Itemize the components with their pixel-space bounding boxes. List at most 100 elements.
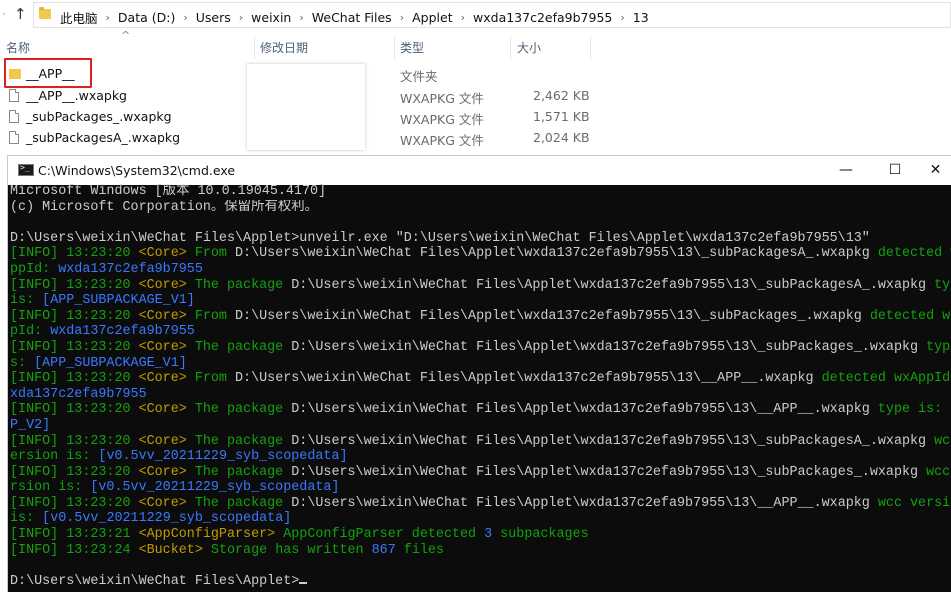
console-segment: detected wxAppId: w — [821, 371, 951, 387]
file-icon — [9, 131, 19, 144]
close-button[interactable]: ✕ — [920, 156, 951, 185]
column-header-type[interactable]: 类型 — [400, 39, 424, 56]
column-header-name[interactable]: 名称 — [6, 39, 30, 56]
breadcrumb-chevron-icon[interactable]: › — [183, 11, 187, 24]
console-segment: D:\Users\weixin\WeChat Files\Applet> — [10, 573, 300, 589]
console-segment: [v0.5vv_20211229_syb_scopedata] — [98, 449, 348, 465]
console-segment: is: — [10, 293, 43, 309]
console-line: [INFO] 13:23:24 <Bucket> Storage has wri… — [10, 543, 951, 559]
breadcrumb-chevron-icon[interactable]: › — [239, 11, 243, 24]
console-segment: [INFO] 13:23:20 — [10, 246, 139, 262]
sort-ascending-icon: ^ — [121, 29, 131, 42]
console-segment: wxda137c2efa9b7955 — [58, 261, 203, 277]
minimize-button[interactable]: — — [823, 156, 869, 185]
console-segment: detected wxA — [877, 246, 951, 262]
cmd-title-bar[interactable]: C:\Windows\System32\cmd.exe — ☐ ✕ — [8, 156, 951, 185]
breadcrumb-item[interactable]: Data (D:) — [118, 10, 175, 25]
console-segment: <Core> — [138, 339, 195, 355]
console-segment: [APP_SUBPACKAGE_V1] — [34, 355, 187, 371]
file-size: 1,571 KB — [533, 109, 590, 124]
console-segment: s: — [10, 355, 35, 371]
console-line: [INFO] 13:23:20 <Core> The package D:\Us… — [10, 496, 951, 512]
console-line: P_V2] — [10, 418, 951, 434]
console-segment: D:\Users\weixin\WeChat Files\Applet\wxda… — [291, 402, 878, 418]
console-line: [INFO] 13:23:20 <Core> The package D:\Us… — [10, 278, 951, 294]
console-segment: [INFO] 13:23:21 — [10, 527, 139, 543]
cmd-window: C:\Windows\System32\cmd.exe — ☐ ✕ Micros… — [8, 156, 951, 592]
console-line: rsion is: [v0.5vv_20211229_syb_scopedata… — [10, 480, 951, 496]
console-line: [INFO] 13:23:20 <Core> From D:\Users\wei… — [10, 246, 951, 262]
file-type: WXAPKG 文件 — [400, 91, 484, 106]
console-segment: files — [403, 542, 444, 558]
console-segment: Storage has written — [210, 542, 372, 558]
console-line: is: [APP_SUBPACKAGE_V1] — [10, 293, 951, 309]
maximize-button[interactable]: ☐ — [872, 156, 918, 185]
column-divider[interactable] — [254, 37, 255, 59]
console-line: [INFO] 13:23:20 <Core> From D:\Users\wei… — [10, 371, 951, 387]
breadcrumb-item[interactable]: weixin — [251, 10, 291, 25]
address-bar[interactable]: 此电脑 › Data (D:) › Users › weixin › WeChat Files ›… — [33, 2, 951, 28]
console-segment: D:\Users\weixin\WeChat Files\Applet\wxda… — [291, 433, 935, 449]
console-segment: [INFO] 13:23:20 — [10, 308, 139, 324]
console-line: [INFO] 13:23:20 <Core> The package D:\Us… — [10, 402, 951, 418]
console-segment: <Core> — [138, 277, 195, 293]
console-segment: Microsoft Windows [版本 10.0.19045.4170] — [10, 184, 327, 199]
breadcrumb-chevron-icon[interactable]: › — [461, 11, 465, 24]
breadcrumb-item[interactable]: Applet — [412, 10, 453, 25]
console-segment: <Core> — [138, 495, 195, 511]
console-segment: [v0.5vv_20211229_syb_scopedata] — [42, 511, 292, 527]
console-segment: <Bucket> — [138, 542, 211, 558]
nav-dropdown-icon[interactable]: · — [2, 7, 6, 21]
console-segment: The package — [194, 464, 292, 480]
column-divider[interactable] — [394, 37, 395, 59]
breadcrumb-chevron-icon[interactable]: › — [400, 11, 404, 24]
console-segment: <AppConfigParser> — [138, 527, 284, 543]
console-line: xda137c2efa9b7955 — [10, 387, 951, 403]
console-segment: D:\Users\weixin\WeChat Files\Applet\wxda… — [235, 246, 878, 262]
console-segment: D:\Users\weixin\WeChat Files\Applet\wxda… — [291, 495, 878, 511]
console-segment: D:\Users\weixin\WeChat Files\Applet\wxda… — [291, 464, 927, 480]
console-segment: From — [194, 371, 236, 387]
console-segment: type is: — [877, 402, 951, 418]
file-row[interactable]: __APP__.wxapkg WXAPKG 文件 2,462 KB — [0, 86, 951, 107]
breadcrumb-item[interactable]: wxda137c2efa9b7955 — [473, 10, 612, 25]
console-line: (c) Microsoft Corporation。保留所有权利。 — [10, 200, 951, 216]
console-segment: [INFO] 13:23:20 — [10, 464, 139, 480]
console-segment: (c) Microsoft Corporation。保留所有权利。 — [10, 199, 319, 215]
console-segment: [INFO] 13:23:20 — [10, 277, 139, 293]
breadcrumb-item[interactable]: Users — [196, 10, 231, 25]
console-segment: D:\Users\weixin\WeChat Files\Applet\wxda… — [235, 371, 822, 387]
breadcrumb-item[interactable]: WeChat Files — [312, 10, 392, 25]
breadcrumb-chevron-icon[interactable]: › — [106, 11, 110, 24]
file-name: __APP__.wxapkg — [26, 88, 127, 103]
console-segment: subpackages — [500, 527, 589, 543]
breadcrumb-chevron-icon[interactable]: › — [620, 11, 624, 24]
console-segment: The package — [194, 277, 292, 293]
column-divider[interactable] — [590, 37, 591, 59]
file-row[interactable]: _subPackages_.wxapkg WXAPKG 文件 1,571 KB — [0, 107, 951, 128]
console-line: [INFO] 13:23:20 <Core> The package D:\Us… — [10, 340, 951, 356]
file-row[interactable]: __APP__ 文件夹 — [0, 64, 951, 85]
breadcrumb-item[interactable]: 13 — [633, 10, 649, 25]
console-segment: From — [194, 308, 236, 324]
file-row[interactable]: _subPackagesA_.wxapkg WXAPKG 文件 2,024 KB — [0, 128, 951, 149]
file-size: 2,024 KB — [533, 130, 590, 145]
console-segment: <Core> — [138, 308, 195, 324]
console-segment: The package — [194, 339, 292, 355]
column-divider[interactable] — [510, 37, 511, 59]
console-segment: D:\Users\weixin\WeChat Files\Applet\wxda… — [291, 277, 935, 293]
console-segment: wxda137c2efa9b7955 — [50, 324, 195, 340]
console-segment: 3 — [484, 527, 501, 543]
cmd-icon — [18, 163, 34, 176]
column-header-size[interactable]: 大小 — [517, 39, 541, 56]
console-segment: ersion is: — [10, 449, 99, 465]
console-segment: <Core> — [138, 402, 195, 418]
console-output[interactable]: Microsoft Windows [版本 10.0.19045.4170] (c… — [10, 184, 951, 592]
console-line: is: [v0.5vv_20211229_syb_scopedata] — [10, 511, 951, 527]
breadcrumb-item[interactable]: 此电脑 — [60, 8, 98, 27]
up-arrow-icon[interactable]: ↑ — [14, 5, 27, 23]
breadcrumb-chevron-icon[interactable]: › — [299, 11, 303, 24]
column-header-date[interactable]: 修改日期 — [260, 39, 308, 56]
console-segment: [INFO] 13:23:20 — [10, 339, 139, 355]
